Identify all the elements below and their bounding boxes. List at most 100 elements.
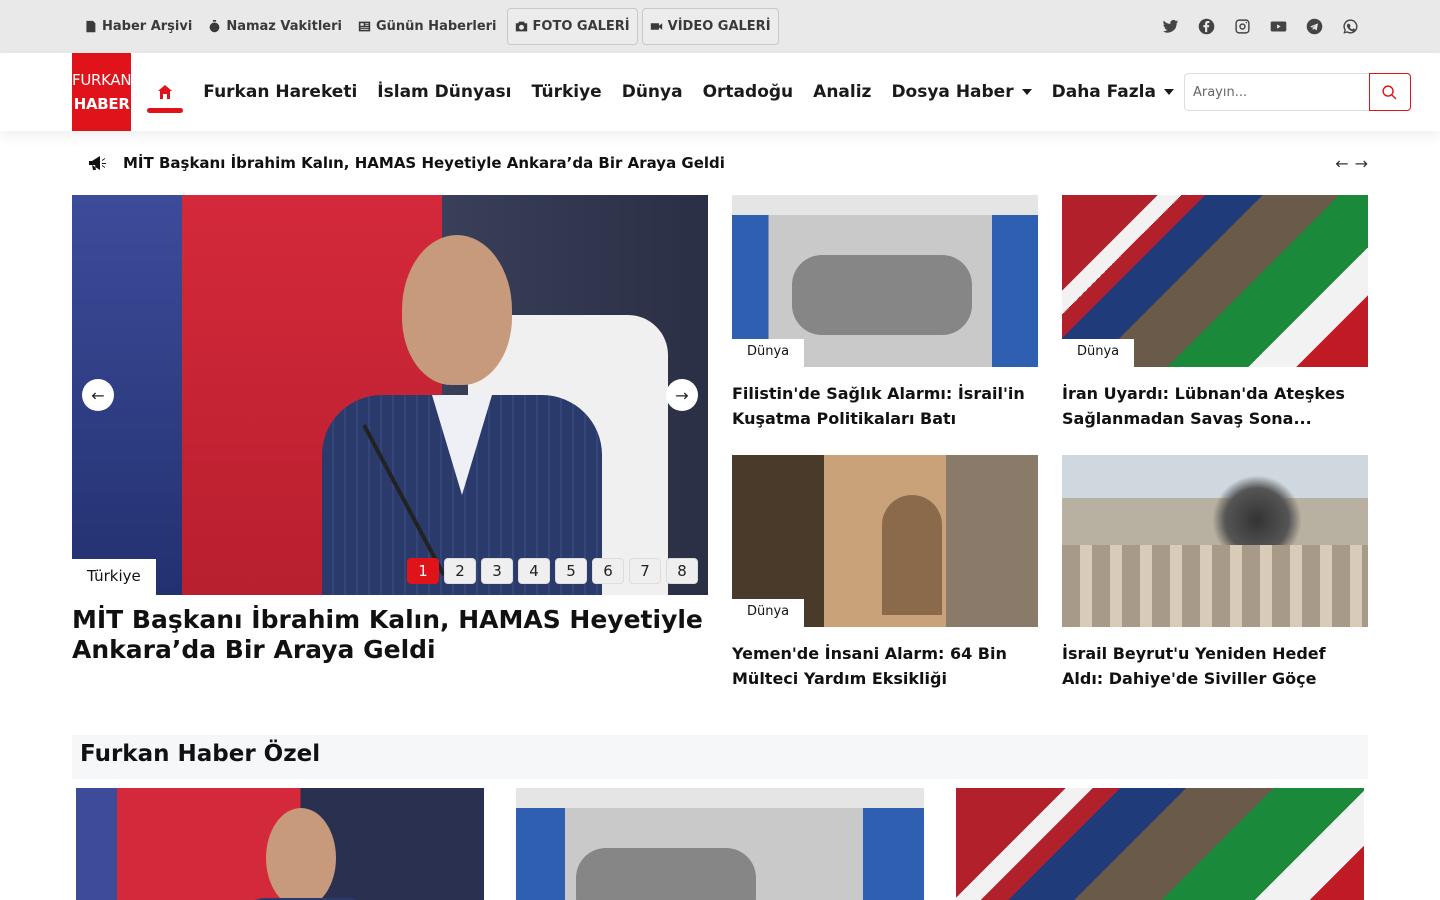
home-icon — [158, 85, 173, 99]
nav-item-furkan-hareketi[interactable]: Furkan Hareketi — [193, 82, 367, 102]
news-card-title[interactable]: Yemen'de İnsani Alarm: 64 Bin Mülteci Ya… — [732, 641, 1038, 691]
top-link-label: Günün Haberleri — [375, 19, 497, 34]
news-card-image[interactable]: Dünya — [732, 455, 1038, 627]
slider-page-5[interactable]: 5 — [555, 558, 587, 584]
slider-page-1[interactable]: 1 — [407, 558, 439, 584]
nav-menu: Furkan Hareketi İslam Dünyası Türkiye Dü… — [147, 53, 1184, 131]
nav-item-label: Analiz — [813, 82, 872, 102]
top-link-label: Namaz Vakitleri — [226, 19, 342, 34]
headline-row: ← → Türkiye 1 2 3 4 5 6 7 8 MİT Başkanı … — [0, 195, 1440, 695]
news-card[interactable]: Dünya İran Uyardı: Lübnan'da Ateşkes Sağ… — [1062, 195, 1368, 435]
nav-item-turkiye[interactable]: Türkiye — [522, 82, 612, 102]
news-card-category[interactable]: Dünya — [732, 339, 805, 367]
ticker-next-button[interactable]: → — [1355, 154, 1368, 173]
news-card-image[interactable]: Dünya — [732, 195, 1038, 367]
news-card-image[interactable]: Ortadoğu — [1062, 455, 1368, 627]
top-bar: Haber Arşivi Namaz Vakitleri Günün Haber… — [0, 0, 1440, 53]
nav-item-label: İslam Dünyası — [377, 82, 512, 102]
news-card-title[interactable]: Filistin'de Sağlık Alarmı: İsrail'in Kuş… — [732, 381, 1038, 431]
hero-slider: ← → Türkiye 1 2 3 4 5 6 7 8 MİT Başkanı … — [72, 195, 708, 695]
video-icon — [650, 23, 662, 30]
chevron-down-icon — [1163, 89, 1174, 95]
site-logo[interactable]: FURKAN HABER — [72, 53, 132, 131]
nav-item-label: Ortadoğu — [702, 82, 794, 102]
slider-page-8[interactable]: 8 — [666, 558, 698, 584]
nav-item-ortadogu[interactable]: Ortadoğu — [693, 82, 804, 102]
news-grid: Dünya Filistin'de Sağlık Alarmı: İsrail'… — [732, 195, 1368, 695]
nav-item-analiz[interactable]: Analiz — [803, 82, 881, 102]
namaz-vakitleri-link[interactable]: Namaz Vakitleri — [202, 8, 348, 45]
chevron-down-icon — [1021, 89, 1032, 95]
megaphone-icon — [88, 155, 106, 171]
nav-item-label: Dosya Haber — [891, 82, 1014, 102]
slider-page-6[interactable]: 6 — [592, 558, 624, 584]
nav-home[interactable] — [147, 53, 184, 131]
nav-item-daha-fazla[interactable]: Daha Fazla — [1042, 82, 1184, 102]
main-navbar: FURKAN HABER Furkan Hareketi İslam Dünya… — [0, 53, 1440, 131]
newspaper-icon — [358, 21, 371, 32]
top-links: Haber Arşivi Namaz Vakitleri Günün Haber… — [78, 8, 779, 45]
nav-item-dosya-haber[interactable]: Dosya Haber — [881, 82, 1041, 102]
search-button[interactable] — [1368, 73, 1411, 111]
slider-prev-button[interactable]: ← — [82, 379, 114, 411]
news-card-title[interactable]: İran Uyardı: Lübnan'da Ateşkes Sağlanmad… — [1062, 381, 1368, 431]
telegram-icon[interactable] — [1296, 9, 1332, 45]
video-galeri-link[interactable]: VİDEO GALERİ — [641, 8, 779, 45]
top-link-label: Haber Arşivi — [102, 19, 193, 34]
slider-pagination: 1 2 3 4 5 6 7 8 — [407, 558, 698, 584]
slider-page-3[interactable]: 3 — [481, 558, 513, 584]
top-link-label: VİDEO GALERİ — [667, 19, 771, 34]
slider-next-button[interactable]: → — [666, 379, 698, 411]
logo-line2: HABER — [73, 95, 130, 113]
youtube-icon[interactable] — [1260, 9, 1296, 45]
news-card-image[interactable]: Dünya — [1062, 195, 1368, 367]
search-form — [1183, 73, 1411, 111]
slider-page-7[interactable]: 7 — [629, 558, 661, 584]
document-icon — [86, 20, 96, 33]
arrow-right-icon: → — [675, 385, 689, 405]
hero-image[interactable]: ← → Türkiye 1 2 3 4 5 6 7 8 — [72, 195, 708, 595]
section-cards — [72, 779, 1368, 900]
ticker-headline[interactable]: MİT Başkanı İbrahim Kalın, HAMAS Heyetiy… — [123, 154, 725, 172]
nav-item-label: Dünya — [621, 82, 683, 102]
special-section: Furkan Haber Özel — [72, 735, 1368, 900]
gunun-haberleri-link[interactable]: Günün Haberleri — [352, 8, 503, 45]
news-card-category[interactable]: Ortadoğu — [1062, 599, 1154, 627]
nav-item-islam-dunyasi[interactable]: İslam Dünyası — [367, 82, 521, 102]
slider-page-2[interactable]: 2 — [444, 558, 476, 584]
special-card-image[interactable] — [516, 788, 924, 900]
news-card[interactable]: Ortadoğu İsrail Beyrut'u Yeniden Hedef A… — [1062, 455, 1368, 695]
search-input[interactable] — [1183, 73, 1369, 111]
ticker-controls: ← → — [1335, 154, 1368, 173]
ticker-prev-button[interactable]: ← — [1335, 154, 1348, 173]
special-card-image[interactable] — [76, 788, 484, 900]
haber-arsivi-link[interactable]: Haber Arşivi — [78, 8, 198, 45]
news-card-category[interactable]: Dünya — [732, 599, 805, 627]
facebook-icon[interactable] — [1188, 9, 1224, 45]
hero-title[interactable]: MİT Başkanı İbrahim Kalın, HAMAS Heyetiy… — [72, 605, 708, 665]
hero-category-badge[interactable]: Türkiye — [72, 559, 156, 595]
search-icon — [1382, 84, 1397, 99]
nav-item-label: Türkiye — [531, 82, 602, 102]
logo-line1: FURKAN — [72, 71, 132, 89]
camera-icon — [515, 21, 527, 32]
news-card[interactable]: Dünya Filistin'de Sağlık Alarmı: İsrail'… — [732, 195, 1038, 435]
news-card[interactable]: Dünya Yemen'de İnsani Alarm: 64 Bin Mült… — [732, 455, 1038, 695]
whatsapp-icon[interactable] — [1332, 9, 1368, 45]
stopwatch-icon — [209, 20, 220, 33]
nav-item-label: Furkan Hareketi — [203, 82, 358, 102]
twitter-icon[interactable] — [1152, 9, 1188, 45]
special-card-image[interactable] — [956, 788, 1364, 900]
nav-item-label: Daha Fazla — [1051, 82, 1156, 102]
news-card-title[interactable]: İsrail Beyrut'u Yeniden Hedef Aldı: Dahi… — [1062, 641, 1368, 691]
instagram-icon[interactable] — [1224, 9, 1260, 45]
news-card-category[interactable]: Dünya — [1062, 339, 1135, 367]
nav-item-dunya[interactable]: Dünya — [612, 82, 693, 102]
top-link-label: FOTO GALERİ — [532, 19, 630, 34]
social-links — [1152, 9, 1368, 45]
section-title: Furkan Haber Özel — [72, 735, 1368, 779]
news-ticker: MİT Başkanı İbrahim Kalın, HAMAS Heyetiy… — [0, 131, 1440, 195]
slider-page-4[interactable]: 4 — [518, 558, 550, 584]
foto-galeri-link[interactable]: FOTO GALERİ — [506, 8, 638, 45]
arrow-left-icon: ← — [91, 385, 105, 405]
